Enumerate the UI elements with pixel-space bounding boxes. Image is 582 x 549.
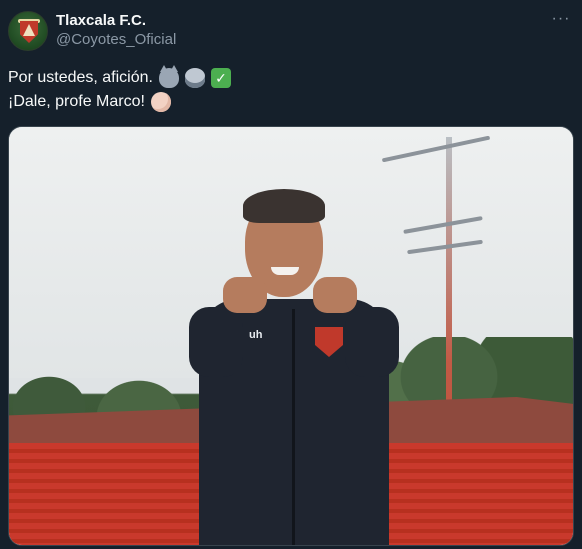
pointing-fist-right <box>313 277 357 313</box>
pointing-fist-left <box>223 277 267 313</box>
author-names: Tlaxcala F.C. @Coyotes_Oficial <box>56 12 176 50</box>
tweet-card: Tlaxcala F.C. @Coyotes_Oficial ··· Por u… <box>0 0 582 549</box>
pointing-hand-emoji-icon <box>150 92 171 112</box>
author-handle[interactable]: @Coyotes_Oficial <box>56 30 176 50</box>
tweet-header: Tlaxcala F.C. @Coyotes_Oficial ··· <box>8 10 574 54</box>
avatar[interactable] <box>8 11 48 51</box>
more-options-icon[interactable]: ··· <box>550 11 572 32</box>
hair <box>243 189 325 223</box>
tweet-text-segment: Por ustedes, afición. <box>8 69 153 86</box>
stadium-emoji-icon <box>184 68 205 88</box>
check-mark-emoji-icon: ✓ <box>210 68 231 88</box>
jacket-brand-logo: uh <box>249 329 263 341</box>
jacket-zipper <box>292 309 295 545</box>
tweet-text-segment: ¡Dale, profe Marco! <box>8 93 145 110</box>
coyote-emoji-icon <box>158 65 179 88</box>
tweet-text-line-1: Por ustedes, afición. ✓ <box>8 65 574 90</box>
right-arm <box>345 307 399 377</box>
tweet-photo[interactable]: uh <box>8 126 574 546</box>
tweet-text-line-2: ¡Dale, profe Marco! <box>8 90 574 114</box>
tweet-text: Por ustedes, afición. ✓ ¡Dale, profe Mar… <box>8 65 574 114</box>
coach-figure: uh <box>189 189 399 545</box>
smile <box>271 267 299 275</box>
left-arm <box>189 307 243 377</box>
author-display-name[interactable]: Tlaxcala F.C. <box>56 12 176 30</box>
